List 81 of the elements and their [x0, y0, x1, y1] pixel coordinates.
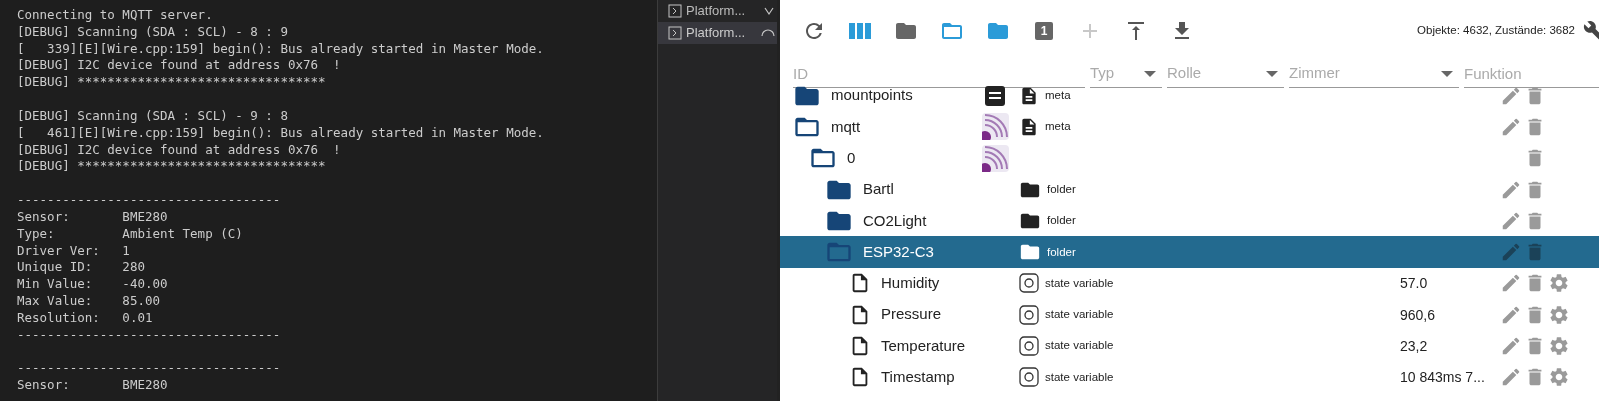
object-type: state variable [1045, 338, 1114, 354]
object-type: meta [1045, 88, 1071, 103]
tree-row[interactable]: CO2Light folder [780, 205, 1599, 237]
object-name: 0 [847, 148, 856, 168]
terminal-line: [DEBUG] Scanning (SDA : SCL) - 9 : 8 [17, 108, 288, 125]
tree-row[interactable]: Pressure state variable 960,6 [780, 299, 1599, 331]
object-name: mqtt [831, 116, 861, 137]
terminal-line: ----------------------------------- [17, 360, 281, 378]
document-icon [1019, 116, 1039, 137]
terminal-line: [ 461][E][Wire.cpp:159] begin(): Bus already started in Master Mode. [17, 124, 544, 142]
terminal-line: Min Value: -40.00 [17, 276, 168, 293]
object-type: state variable [1045, 307, 1114, 323]
terminal-line: [DEBUG] ********************************* [17, 158, 326, 176]
terminal-tab[interactable]: Platform... [658, 22, 779, 44]
terminal-icon [668, 26, 682, 40]
terminal-line: Unique ID: 280 [17, 259, 145, 277]
wrench-icon[interactable] [1583, 20, 1599, 42]
spinner-icon [761, 29, 775, 37]
number-button[interactable]: 1 [1028, 15, 1060, 47]
settings-icon[interactable] [1548, 272, 1570, 295]
columns-icon [849, 22, 871, 40]
terminal-line: Driver Ver: 1 [17, 242, 130, 260]
terminal-line: [DEBUG] I2C device found at address 0x76 ! [17, 57, 341, 75]
object-name: mountpoints [831, 85, 913, 106]
tree-row[interactable]: Temperature state variable 23,2 [780, 330, 1599, 362]
terminal-name: Platform... [686, 2, 746, 21]
object-count: Objekte: 4632, Zustände: 3682 [1417, 23, 1575, 39]
state-icon [1019, 273, 1039, 294]
tree-row[interactable]: Humidity state variable 57.0 [780, 267, 1599, 300]
object-type: state variable [1045, 275, 1114, 291]
adapter-logo-icon [981, 113, 1009, 141]
tree-row[interactable]: 0 [780, 142, 1599, 174]
terminal-icon [668, 4, 682, 18]
terminal-tab[interactable]: Platform... [658, 0, 779, 22]
object-name: ESP32-C3 [863, 241, 934, 262]
terminal-line: Connecting to MQTT server. [17, 7, 213, 24]
state-icon [1019, 304, 1039, 325]
settings-icon[interactable] [1548, 366, 1570, 389]
object-type: folder [1047, 244, 1076, 260]
settings-icon[interactable] [1548, 303, 1570, 326]
terminal-line: Sensor: BME280 [17, 208, 168, 226]
dropdown-icon [1144, 70, 1156, 77]
state-icon [1019, 336, 1039, 356]
chevron-down-icon [763, 5, 775, 17]
object-type: meta [1045, 119, 1071, 135]
terminal-line: [DEBUG] ********************************* [17, 74, 326, 91]
edit-icon[interactable] [1500, 335, 1522, 357]
adapter-logo-icon [981, 144, 1009, 172]
state-icon [1019, 367, 1039, 388]
terminal-line: [DEBUG] I2C device found at address 0x76 ! [17, 141, 341, 159]
terminal-line: Sensor: BME280 [17, 377, 168, 394]
object-value: 10 843ms 7... [1400, 369, 1485, 386]
object-name: CO2Light [863, 210, 927, 231]
object-name: Bartl [863, 179, 894, 200]
object-name: Pressure [881, 304, 942, 325]
object-name: Timestamp [881, 367, 955, 388]
terminal-line: ----------------------------------- [17, 326, 281, 344]
terminal-name: Platform... [686, 24, 746, 43]
object-name: Humidity [881, 273, 940, 294]
dropdown-icon [1266, 70, 1278, 77]
tree-row[interactable]: Timestamp state variable 10 843ms 7... [780, 361, 1599, 393]
object-value: 23,2 [1400, 338, 1428, 354]
terminal-line: Type: Ambient Temp (C) [17, 225, 243, 243]
settings-icon[interactable] [1548, 335, 1570, 357]
object-value: 57.0 [1400, 275, 1428, 292]
tree-row[interactable]: ESP32-C3 folder [780, 236, 1599, 268]
tree-row[interactable]: Bartl folder [780, 173, 1599, 206]
object-type: folder [1047, 213, 1076, 229]
list-icon [985, 85, 1005, 106]
terminal-line: ----------------------------------- [17, 192, 281, 209]
object-type: folder [1047, 181, 1076, 197]
tree-row[interactable]: mqtt meta [780, 111, 1599, 143]
dropdown-icon [1441, 70, 1453, 77]
object-type: state variable [1045, 369, 1114, 385]
terminal-line: Resolution: 0.01 [17, 309, 153, 327]
terminal-line: [ 339][E][Wire.cpp:159] begin(): Bus already started in Master Mode. [17, 40, 544, 58]
object-name: Temperature [881, 335, 966, 356]
object-value: 960,6 [1400, 306, 1436, 323]
terminal-line: [DEBUG] Scanning (SDA : SCL) - 8 : 9 [17, 23, 288, 41]
document-icon [1019, 85, 1039, 106]
terminal-line: Max Value: 85.00 [17, 292, 160, 310]
